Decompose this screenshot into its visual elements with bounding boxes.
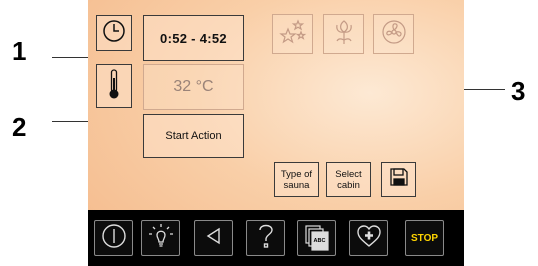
- clock-button[interactable]: [96, 15, 132, 51]
- power-icon: [101, 223, 127, 254]
- select-cabin-button[interactable]: Select cabin: [326, 162, 371, 197]
- stars-icon: [278, 18, 307, 50]
- flower-button[interactable]: [323, 14, 364, 54]
- light-bulb-icon: [147, 222, 175, 255]
- pages-button[interactable]: ABC: [297, 220, 336, 256]
- callout-2: 2: [12, 112, 27, 142]
- power-button[interactable]: [94, 220, 133, 256]
- type-of-sauna-button[interactable]: Type of sauna: [274, 162, 319, 197]
- stop-label: STOP: [410, 232, 439, 244]
- time-range-button[interactable]: 0:52 - 4:52: [143, 15, 244, 61]
- help-button[interactable]: [246, 220, 285, 256]
- select-cabin-label: Select cabin: [335, 168, 362, 191]
- callout-3: 3: [511, 76, 526, 106]
- type-of-sauna-label: Type of sauna: [280, 168, 313, 191]
- thermometer-icon: [107, 68, 121, 105]
- time-range-value: 0:52 - 4:52: [160, 30, 227, 46]
- flower-icon: [331, 18, 357, 51]
- pages-icon: ABC: [304, 225, 329, 251]
- thermometer-button[interactable]: [96, 64, 132, 108]
- stars-button[interactable]: [272, 14, 313, 54]
- callout-1: 1: [12, 36, 27, 66]
- save-icon: [389, 167, 409, 192]
- clock-icon: [102, 19, 126, 48]
- start-action-button[interactable]: Start Action: [143, 114, 244, 158]
- temperature-value: 32 °C: [173, 78, 214, 95]
- save-button[interactable]: [381, 162, 416, 197]
- heart-plus-icon: [356, 224, 382, 253]
- fan-button[interactable]: [373, 14, 414, 54]
- temperature-button[interactable]: 32 °C: [143, 64, 244, 110]
- fan-icon: [381, 19, 407, 50]
- favorites-button[interactable]: [349, 220, 388, 256]
- abc-label: ABC: [313, 238, 326, 244]
- help-icon: [256, 222, 276, 255]
- start-action-label: Start Action: [165, 130, 222, 142]
- stop-button[interactable]: STOP: [405, 220, 444, 256]
- light-button[interactable]: [141, 220, 180, 256]
- back-arrow-icon: [204, 226, 224, 251]
- back-button[interactable]: [194, 220, 233, 256]
